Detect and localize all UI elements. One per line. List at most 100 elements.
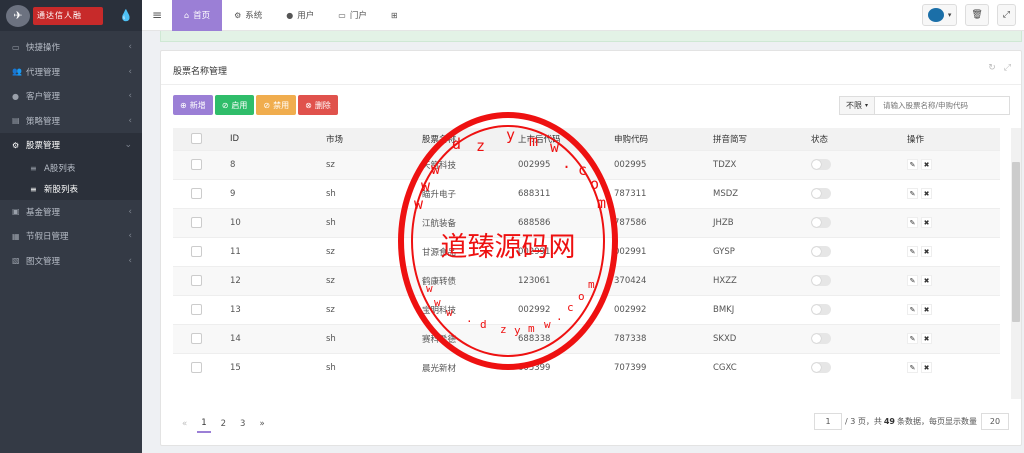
logo-bar: ✈ 通达信人融 💧 <box>0 0 142 31</box>
filter-select[interactable]: 不限 ▾ <box>838 96 874 115</box>
trash-button[interactable]: 🗑 <box>965 4 989 26</box>
sidebar-item-fund[interactable]: ▣ 基金管理 ‹ <box>0 200 142 225</box>
select-all-cell <box>173 128 226 150</box>
sidebar: ✈ 通达信人融 💧 ▭ 快捷操作 ‹ 👥 代理管理 ‹ ● 客户管理 ‹ ▤ 策略管理 ‹ ⚙ 股… <box>0 0 142 453</box>
fullscreen-button[interactable]: ⤢ <box>996 4 1016 26</box>
sidebar-item-article[interactable]: ▧ 图文管理 ‹ <box>0 249 142 274</box>
table-row[interactable]: 9 sh 瞄升电子 688311 787311 MSDZ ✎ ✖ <box>173 178 1000 208</box>
cell-id: 8 <box>226 149 322 179</box>
header-pinyin[interactable]: 拼音简写 <box>709 128 807 150</box>
table-row[interactable]: 13 sz 宝明科技 002992 002992 BMKJ ✎ ✖ <box>173 294 1000 324</box>
header-name[interactable]: 股票名称 <box>418 128 514 150</box>
delete-button[interactable]: ⊗ 删除 <box>298 95 338 115</box>
status-toggle[interactable] <box>811 188 831 199</box>
close-icon[interactable]: ✖ <box>921 333 932 344</box>
page-1-button[interactable]: 1 <box>197 415 211 433</box>
row-checkbox[interactable] <box>191 159 202 170</box>
sidebar-item-customer[interactable]: ● 客户管理 ‹ <box>0 84 142 109</box>
sidebar-item-strategy[interactable]: ▤ 策略管理 ‹ <box>0 109 142 134</box>
status-toggle[interactable] <box>811 333 831 344</box>
edit-icon[interactable]: ✎ <box>907 304 918 315</box>
tab-user[interactable]: ● 用户 <box>274 0 326 31</box>
status-toggle[interactable] <box>811 217 831 228</box>
add-label: 新增 <box>189 100 206 110</box>
search-input[interactable] <box>874 96 1010 115</box>
next-page-button[interactable]: » <box>255 416 268 432</box>
avatar-dropdown[interactable]: ▾ <box>921 4 958 26</box>
menu-toggle-icon[interactable]: ≡ <box>142 8 172 22</box>
status-toggle[interactable] <box>811 362 831 374</box>
refresh-icon[interactable]: ↻ <box>988 63 996 73</box>
header-market[interactable]: 市场 <box>322 128 418 150</box>
table-row[interactable]: 11 sz 甘源食品 002991 002991 GYSP ✎ ✖ <box>173 236 1000 266</box>
logo-text: 通达信人融 <box>33 6 103 25</box>
close-icon[interactable]: ✖ <box>921 362 932 374</box>
row-checkbox[interactable] <box>191 246 202 257</box>
close-icon[interactable]: ✖ <box>921 217 932 228</box>
edit-icon[interactable]: ✎ <box>907 333 918 344</box>
add-button[interactable]: ⊕ 新增 <box>173 95 213 115</box>
sidebar-item-stock[interactable]: ⚙ 股票管理 ⌄ <box>0 133 142 158</box>
expand-icon[interactable]: ⤢ <box>1004 63 1011 73</box>
header-code[interactable]: 上市后代码 <box>514 128 610 150</box>
edit-icon[interactable]: ✎ <box>907 217 918 228</box>
page-3-button[interactable]: 3 <box>236 416 249 432</box>
edit-icon[interactable]: ✎ <box>907 246 918 257</box>
scrollbar-thumb[interactable] <box>1012 162 1020 322</box>
status-toggle[interactable] <box>811 246 831 257</box>
sidebar-subitem-new-stock[interactable]: ≡ 新股列表 <box>0 179 142 200</box>
table-row[interactable]: 12 sz 鹤康转债 123061 370424 HXZZ ✎ ✖ <box>173 265 1000 295</box>
row-checkbox[interactable] <box>191 217 202 228</box>
status-toggle[interactable] <box>811 304 831 315</box>
cell-market: sh <box>322 323 418 353</box>
page-size-input[interactable]: 20 <box>981 413 1009 430</box>
edit-icon[interactable]: ✎ <box>907 362 918 374</box>
close-icon[interactable]: ✖ <box>921 188 932 199</box>
cell-status <box>807 178 903 208</box>
disable-button[interactable]: ⊘ 禁用 <box>256 95 297 115</box>
sidebar-item-holiday[interactable]: ▦ 节假日管理 ‹ <box>0 224 142 249</box>
row-checkbox[interactable] <box>191 362 202 374</box>
sidebar-subitem-a-stock[interactable]: ≡ A股列表 <box>0 158 142 179</box>
sidebar-item-agent[interactable]: 👥 代理管理 ‹ <box>0 60 142 85</box>
select-all-checkbox[interactable] <box>191 133 202 145</box>
sidebar-item-label: 股票管理 <box>26 141 61 152</box>
cell-code: 002991 <box>514 236 610 266</box>
enable-button[interactable]: ⊘ 启用 <box>214 95 255 115</box>
row-checkbox[interactable] <box>191 275 202 286</box>
edit-icon[interactable]: ✎ <box>907 159 918 170</box>
table-row[interactable]: 14 sh 赛科希德 688338 787338 SKXD ✎ ✖ <box>173 323 1000 353</box>
status-toggle[interactable] <box>811 275 831 286</box>
sidebar-item-quick[interactable]: ▭ 快捷操作 ‹ <box>0 35 142 60</box>
calendar-icon: ▦ <box>12 231 20 241</box>
tab-portal[interactable]: ▭ 门户 <box>326 0 379 31</box>
table-row[interactable]: 8 sz 天箭科技 002995 002995 TDZX ✎ ✖ <box>173 149 1000 179</box>
row-checkbox[interactable] <box>191 188 202 199</box>
avatar <box>927 8 944 22</box>
prev-page-button[interactable]: « <box>178 416 191 432</box>
edit-icon[interactable]: ✎ <box>907 275 918 286</box>
row-checkbox[interactable] <box>191 333 202 344</box>
close-icon[interactable]: ✖ <box>921 246 932 257</box>
sidebar-item-label: A股列表 <box>44 164 76 174</box>
close-icon[interactable]: ✖ <box>921 275 932 286</box>
tab-grid[interactable]: ⊞ <box>379 0 414 31</box>
cell-apply: 002995 <box>610 149 709 179</box>
header-id[interactable]: ID <box>226 128 322 150</box>
close-icon[interactable]: ✖ <box>921 159 932 170</box>
header-apply-code[interactable]: 申购代码 <box>610 128 709 150</box>
close-icon[interactable]: ✖ <box>921 304 932 315</box>
status-toggle[interactable] <box>811 159 831 170</box>
table-row[interactable]: 15 sh 晨光新材 605399 707399 CGXC ✎ ✖ <box>173 352 1000 382</box>
page-info-pre: / 3 页，共 <box>844 417 882 426</box>
cell-code: 002992 <box>514 294 610 324</box>
edit-icon[interactable]: ✎ <box>907 188 918 199</box>
table-row[interactable]: 10 sh 江航装备 688586 787586 JHZB ✎ ✖ <box>173 207 1000 237</box>
row-checkbox[interactable] <box>191 304 202 315</box>
page-2-button[interactable]: 2 <box>217 416 230 432</box>
page-jump-input[interactable]: 1 <box>813 413 842 430</box>
chevron-left-icon: ‹ <box>128 91 132 102</box>
tab-system[interactable]: ⚙ 系统 <box>222 0 274 31</box>
drop-icon[interactable]: 💧 <box>119 9 133 22</box>
tab-home[interactable]: ⌂ 首页 <box>172 0 223 31</box>
